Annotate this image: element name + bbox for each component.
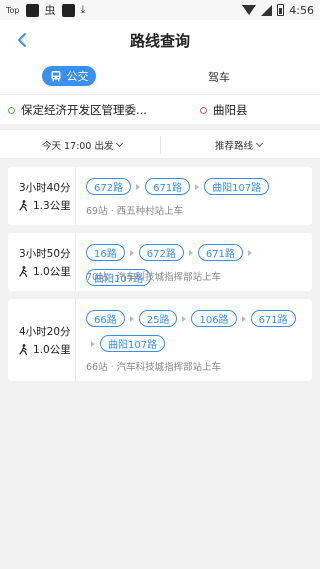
- walk-distance: 1.0公里: [19, 342, 71, 357]
- route-info: 69站 · 西五种村站上车: [86, 206, 184, 217]
- departure-time-label: 今天 17:00 出发: [42, 141, 114, 152]
- arrow-right-icon: [247, 249, 252, 256]
- route-duration: 3小时40分: [19, 182, 71, 194]
- tab-bus-label: 公交: [66, 70, 89, 83]
- route-summary: 4小时20分 1.0公里: [8, 299, 76, 381]
- walking-icon: [19, 344, 28, 355]
- route-card[interactable]: 4小时20分 1.0公里 66路 25路 106路 671路 曲阳107路 66…: [8, 299, 312, 381]
- status-badge: Top: [6, 5, 20, 15]
- notification-icon: [61, 3, 75, 17]
- walk-distance: 1.3公里: [19, 198, 71, 213]
- filter-divider: [160, 136, 161, 154]
- origin-dot-icon: [8, 106, 15, 114]
- arrow-right-icon: [136, 183, 141, 190]
- bus-line-tag: 25路: [138, 310, 178, 327]
- chevron-down-icon: [255, 139, 264, 148]
- walk-distance-label: 1.3公里: [33, 200, 71, 212]
- status-time: 4:56: [289, 3, 314, 17]
- page-title: 路线查询: [129, 32, 190, 50]
- route-card[interactable]: 3小时50分 1.0公里 16路 672路 671路 曲阳107路 70站 · …: [8, 233, 312, 291]
- bus-lines: 66路 25路 106路 671路 曲阳107路: [86, 310, 306, 352]
- sort-label: 推荐路线: [215, 141, 254, 152]
- bus-line-tag: 曲阳107路: [204, 178, 270, 195]
- arrow-right-icon: [129, 315, 134, 322]
- arrow-right-icon: [188, 249, 193, 256]
- bus-icon: [51, 71, 60, 82]
- departure-time-dropdown[interactable]: 今天 17:00 出发: [42, 138, 124, 152]
- arrow-right-icon: [129, 249, 134, 256]
- route-summary: 3小时40分 1.3公里: [8, 167, 76, 225]
- route-info: 66站 · 汽车科技城指挥部站上车: [86, 362, 222, 373]
- walk-distance: 1.0公里: [19, 264, 71, 279]
- battery-icon: [277, 4, 285, 16]
- mode-tabs: 公交 驾车: [0, 60, 320, 94]
- status-bar: Top 虫 ⤓ 4:56: [0, 0, 320, 20]
- walk-distance-label: 1.0公里: [33, 344, 71, 356]
- app-notification-icon: 虫: [44, 4, 56, 17]
- bus-line-tag: 16路: [86, 244, 125, 261]
- bus-line-tag: 671路: [145, 178, 191, 195]
- wifi-icon: [242, 5, 257, 15]
- notification-icon: [25, 3, 39, 17]
- walking-icon: [19, 266, 28, 277]
- route-endpoints: 保定经济开发区管理委... 曲阳县: [0, 94, 320, 124]
- arrow-right-icon: [241, 315, 246, 322]
- arrow-right-icon: [91, 340, 95, 347]
- route-summary: 3小时50分 1.0公里: [8, 233, 76, 291]
- walk-distance-label: 1.0公里: [33, 266, 71, 278]
- bus-line-tag: 671路: [197, 244, 243, 261]
- tab-bus[interactable]: 公交: [42, 66, 96, 86]
- route-info: 70站 · 汽车科技城指挥部站上车: [86, 272, 222, 283]
- route-duration: 4小时20分: [19, 326, 71, 338]
- signal-icon: [261, 4, 273, 16]
- bus-line-tag: 曲阳107路: [100, 335, 166, 352]
- destination-dot-icon: [200, 106, 207, 114]
- app-header: 路线查询: [0, 20, 320, 60]
- route-duration: 3小时50分: [19, 248, 71, 260]
- filter-bar: 今天 17:00 出发 推荐路线: [0, 129, 320, 159]
- chevron-down-icon: [116, 139, 124, 148]
- destination-label: 曲阳县: [213, 103, 248, 117]
- bus-lines: 672路 671路 曲阳107路: [86, 178, 306, 195]
- origin-label: 保定经济开发区管理委...: [21, 103, 147, 117]
- arrow-right-icon: [195, 183, 200, 190]
- tab-drive[interactable]: 驾车: [208, 69, 230, 85]
- destination-field[interactable]: 曲阳县: [200, 102, 248, 118]
- origin-field[interactable]: 保定经济开发区管理委...: [8, 102, 147, 118]
- download-icon: ⤓: [80, 3, 86, 16]
- bus-line-tag: 672路: [86, 178, 132, 195]
- bus-line-tag: 106路: [191, 310, 237, 327]
- bus-line-tag: 66路: [86, 310, 125, 327]
- arrow-right-icon: [182, 315, 187, 322]
- route-card[interactable]: 3小时40分 1.3公里 672路 671路 曲阳107路 69站 · 西五种村…: [8, 167, 312, 225]
- bus-line-tag: 672路: [138, 244, 184, 261]
- walking-icon: [19, 200, 28, 211]
- bus-line-tag: 671路: [250, 310, 296, 327]
- sort-dropdown[interactable]: 推荐路线: [215, 138, 264, 152]
